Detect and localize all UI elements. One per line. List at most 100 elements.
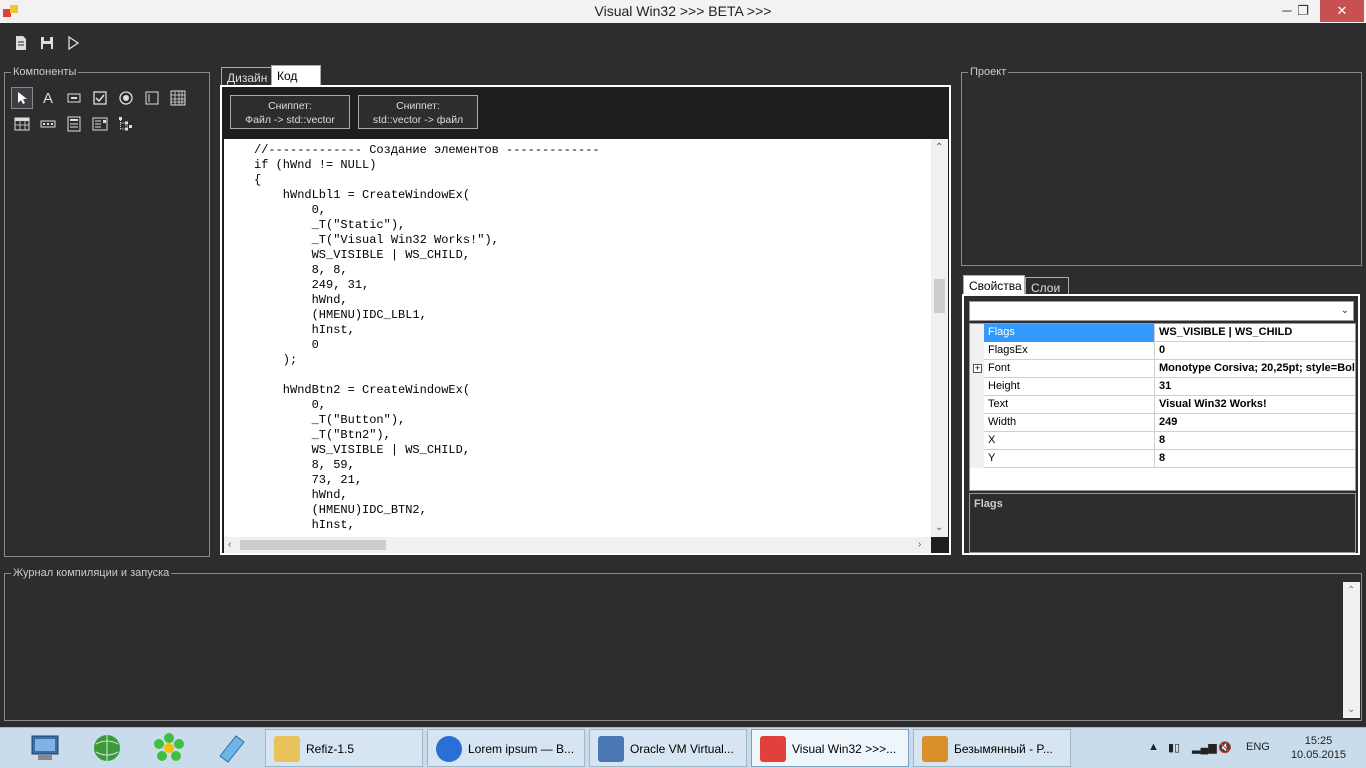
radio-icon[interactable] bbox=[115, 87, 137, 109]
scroll-up-icon[interactable]: ⌃ bbox=[935, 142, 943, 154]
snippet-label: Сниппет: bbox=[396, 100, 440, 112]
log-vertical-scrollbar[interactable]: ⌃ ⌄ bbox=[1343, 582, 1360, 718]
property-row[interactable]: Text Visual Win32 Works! bbox=[970, 396, 1355, 414]
property-description: Flags bbox=[969, 493, 1356, 553]
property-value[interactable]: 8 bbox=[1156, 432, 1355, 450]
table-icon[interactable] bbox=[11, 113, 33, 135]
scroll-left-icon[interactable]: ‹ bbox=[228, 539, 231, 551]
run-icon[interactable] bbox=[64, 34, 82, 52]
new-file-icon[interactable] bbox=[12, 34, 30, 52]
property-row-gutter bbox=[970, 396, 984, 414]
tab-design[interactable]: Дизайн bbox=[221, 67, 274, 87]
clock[interactable]: 15:25 10.05.2015 bbox=[1291, 734, 1346, 762]
property-name[interactable]: Height bbox=[984, 378, 1155, 396]
clock-date: 10.05.2015 bbox=[1290, 749, 1346, 761]
title-bar: Visual Win32 >>> BETA >>> ─ ❐ ✕ bbox=[0, 0, 1366, 23]
taskbar-item[interactable]: Visual Win32 >>>... bbox=[751, 729, 909, 767]
visualwin32-icon bbox=[760, 736, 786, 762]
property-name[interactable]: X bbox=[984, 432, 1155, 450]
scroll-thumb[interactable] bbox=[934, 279, 945, 313]
scroll-thumb[interactable] bbox=[240, 540, 386, 550]
taskbar: Refiz-1.5 Lorem ipsum — B... Oracle VM Vir… bbox=[0, 727, 1366, 768]
property-row-gutter bbox=[970, 324, 984, 342]
taskbar-item-label: Refiz-1.5 bbox=[306, 742, 355, 756]
build-log-title: Журнал компиляции и запуска bbox=[11, 566, 172, 580]
computer-icon[interactable] bbox=[28, 732, 62, 764]
snippet-file-to-vector-button[interactable]: Сниппет: Файл -> std::vector bbox=[230, 95, 350, 129]
grid-icon[interactable] bbox=[167, 87, 189, 109]
tab-properties[interactable]: Свойства bbox=[963, 275, 1025, 295]
property-name[interactable]: Font bbox=[984, 360, 1155, 378]
snippet-description: std::vector -> файл bbox=[372, 114, 464, 126]
checkbox-icon[interactable] bbox=[89, 87, 111, 109]
battery-icon[interactable]: ▮▯ bbox=[1168, 741, 1180, 754]
property-value[interactable]: 31 bbox=[1156, 378, 1355, 396]
taskbar-item-label: Безымянный - P... bbox=[954, 742, 1053, 756]
slider-icon[interactable] bbox=[37, 113, 59, 135]
snippet-description: Файл -> std::vector bbox=[245, 114, 335, 126]
button-icon[interactable] bbox=[63, 87, 85, 109]
close-button[interactable]: ✕ bbox=[1320, 0, 1364, 22]
taskbar-item[interactable]: Oracle VM Virtual... bbox=[589, 729, 747, 767]
property-description-title: Flags bbox=[974, 498, 1003, 510]
textbox-icon[interactable] bbox=[141, 87, 163, 109]
snippet-vector-to-file-button[interactable]: Сниппет: std::vector -> файл bbox=[358, 95, 478, 129]
property-row[interactable]: Width 249 bbox=[970, 414, 1355, 432]
property-name[interactable]: Width bbox=[984, 414, 1155, 432]
treeview-icon[interactable] bbox=[115, 113, 137, 135]
code-vertical-scrollbar[interactable]: ⌃ ⌄ bbox=[931, 139, 948, 537]
language-indicator[interactable]: ENG bbox=[1246, 741, 1270, 753]
scroll-right-icon[interactable]: › bbox=[918, 539, 921, 551]
property-grid: Flags WS_VISIBLE | WS_CHILD FlagsEx 0 + Font M… bbox=[969, 323, 1356, 491]
property-value[interactable]: 8 bbox=[1156, 450, 1355, 468]
taskbar-item[interactable]: Безымянный - P... bbox=[913, 729, 1071, 767]
property-value[interactable]: 249 bbox=[1156, 414, 1355, 432]
property-row[interactable]: FlagsEx 0 bbox=[970, 342, 1355, 360]
combobox-icon[interactable] bbox=[89, 113, 111, 135]
notepad-icon[interactable] bbox=[214, 732, 248, 764]
property-row[interactable]: Flags WS_VISIBLE | WS_CHILD bbox=[970, 324, 1355, 342]
signal-icon[interactable]: ▂▄▆ bbox=[1192, 741, 1217, 754]
tray-chevron-up-icon[interactable]: ▲ bbox=[1148, 741, 1159, 753]
property-name[interactable]: Y bbox=[984, 450, 1155, 468]
property-value[interactable]: Visual Win32 Works! bbox=[1156, 396, 1355, 414]
property-row-gutter bbox=[970, 342, 984, 360]
property-name[interactable]: FlagsEx bbox=[984, 342, 1155, 360]
code-horizontal-scrollbar[interactable]: ‹ › bbox=[224, 537, 931, 553]
taskbar-item[interactable]: Lorem ipsum — B... bbox=[427, 729, 585, 767]
scroll-down-icon[interactable]: ⌄ bbox=[1347, 704, 1355, 716]
volume-muted-icon[interactable]: 🔇 bbox=[1218, 741, 1232, 754]
icq-flower-icon[interactable] bbox=[152, 732, 186, 764]
toolbar bbox=[0, 23, 1366, 63]
save-icon[interactable] bbox=[38, 34, 56, 52]
property-row[interactable]: Y8 bbox=[970, 450, 1355, 468]
taskbar-item-label: Lorem ipsum — B... bbox=[468, 742, 575, 756]
property-row[interactable]: X8 bbox=[970, 432, 1355, 450]
property-value[interactable]: Monotype Corsiva; 20,25pt; style=Bold bbox=[1156, 360, 1355, 378]
code-textarea[interactable]: //------------- Создание элементов -----… bbox=[224, 139, 948, 537]
property-row[interactable]: Height 31 bbox=[970, 378, 1355, 396]
property-value[interactable]: WS_VISIBLE | WS_CHILD bbox=[1156, 324, 1355, 342]
property-name[interactable]: Text bbox=[984, 396, 1155, 414]
components-title: Компоненты bbox=[11, 65, 79, 79]
property-name[interactable]: Flags bbox=[984, 324, 1155, 342]
taskbar-item[interactable]: Refiz-1.5 bbox=[265, 729, 423, 767]
scroll-up-icon[interactable]: ⌃ bbox=[1347, 585, 1355, 597]
expand-plus-icon[interactable]: + bbox=[973, 364, 982, 373]
listbox-icon[interactable] bbox=[63, 113, 85, 135]
code-text[interactable]: //------------- Создание элементов -----… bbox=[254, 143, 600, 533]
tab-code[interactable]: Код bbox=[271, 65, 321, 87]
globe-icon[interactable] bbox=[90, 732, 124, 764]
maximize-button[interactable]: ❐ bbox=[1288, 0, 1318, 22]
object-selector-dropdown[interactable]: ⌄ bbox=[969, 301, 1354, 321]
label-icon[interactable]: A bbox=[37, 87, 59, 109]
pointer-icon[interactable] bbox=[11, 87, 33, 109]
build-log-panel: Журнал компиляции и запуска ⌃ ⌄ bbox=[4, 566, 1362, 721]
property-value[interactable]: 0 bbox=[1156, 342, 1355, 360]
property-row[interactable]: + Font Monotype Corsiva; 20,25pt; style=Bo… bbox=[970, 360, 1355, 378]
components-panel: Компоненты A bbox=[4, 65, 210, 557]
chevron-down-icon[interactable]: ⌄ bbox=[1341, 305, 1349, 316]
property-row-gutter bbox=[970, 378, 984, 396]
scroll-down-icon[interactable]: ⌄ bbox=[935, 522, 943, 534]
property-row-gutter bbox=[970, 432, 984, 450]
